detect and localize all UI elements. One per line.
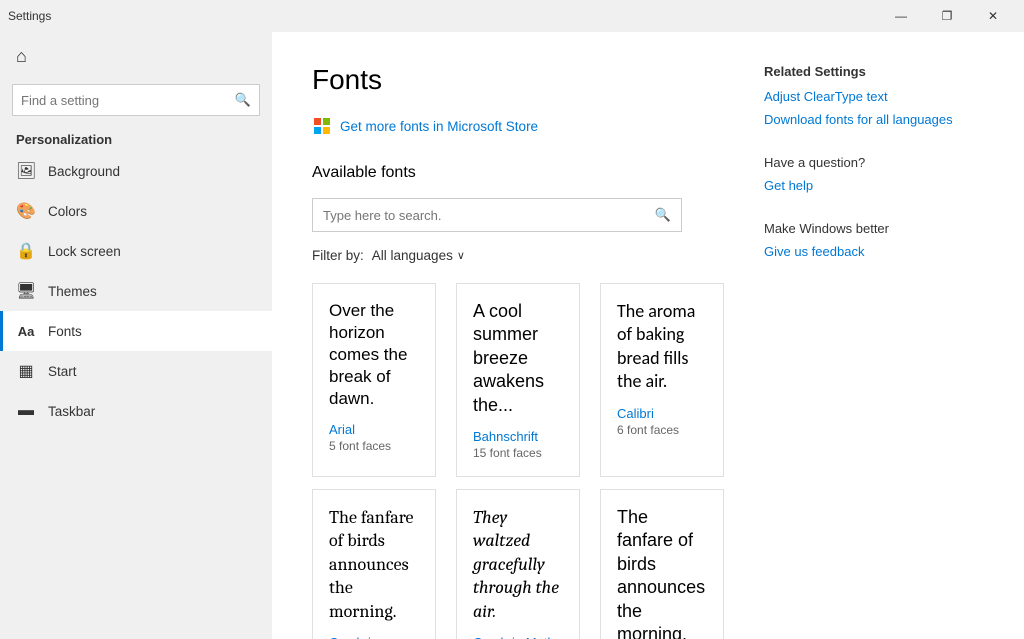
sidebar-section-title: Personalization [0, 124, 272, 151]
close-button[interactable]: ✕ [970, 0, 1016, 32]
make-better-section: Make Windows better Give us feedback [764, 221, 984, 259]
font-preview-text: The fanfare of birds announces the morni… [617, 506, 707, 639]
filter-bar: Filter by: All languages ∨ [312, 248, 724, 263]
font-preview-text: A cool summer breeze awakens the... [473, 300, 563, 417]
font-search-input[interactable] [323, 208, 655, 223]
font-name[interactable]: Calibri [617, 406, 707, 421]
sidebar-item-label: Start [48, 364, 77, 379]
search-box: 🔍 [12, 84, 260, 116]
download-fonts-link[interactable]: Download fonts for all languages [764, 112, 984, 127]
sidebar-item-label: Themes [48, 284, 97, 299]
font-name[interactable]: Arial [329, 422, 419, 437]
main-content: Fonts Get more fonts in Microsoft Store … [312, 64, 724, 639]
sidebar-item-label: Background [48, 164, 120, 179]
page-title: Fonts [312, 64, 724, 96]
home-icon: ⌂ [16, 46, 27, 67]
side-panel: Related Settings Adjust ClearType text D… [764, 64, 984, 639]
search-icon: 🔍 [235, 92, 251, 108]
get-more-link[interactable]: Get more fonts in Microsoft Store [312, 116, 724, 136]
themes-icon: 🖥 [16, 281, 36, 301]
sidebar-item-background[interactable]: 🖼 Background [0, 151, 272, 191]
font-name[interactable]: Cambria [329, 635, 419, 639]
have-question-section: Have a question? Get help [764, 155, 984, 193]
chevron-down-icon: ∨ [457, 249, 465, 262]
font-faces: 15 font faces [473, 446, 563, 460]
make-better-title: Make Windows better [764, 221, 984, 236]
taskbar-icon: ▬ [16, 402, 36, 420]
filter-label: Filter by: [312, 248, 364, 263]
related-settings-section: Related Settings Adjust ClearType text D… [764, 64, 984, 127]
font-card[interactable]: The aroma of baking bread fills the air.… [600, 283, 724, 477]
font-preview-text: The fanfare of birds announces the morni… [329, 506, 419, 623]
content-area: Fonts Get more fonts in Microsoft Store … [272, 32, 1024, 639]
sidebar-item-label: Fonts [48, 324, 82, 339]
font-name[interactable]: Bahnschrift [473, 429, 563, 444]
fonts-grid: Over the horizon comes the break of dawn… [312, 283, 724, 639]
sidebar-item-label: Taskbar [48, 404, 95, 419]
sidebar-item-label: Lock screen [48, 244, 121, 259]
app-body: ⌂ 🔍 Personalization 🖼 Background 🎨 Color… [0, 32, 1024, 639]
sidebar-item-label: Colors [48, 204, 87, 219]
related-settings-title: Related Settings [764, 64, 984, 79]
font-card[interactable]: The fanfare of birds announces the morni… [312, 489, 436, 639]
font-preview-text: Over the horizon comes the break of dawn… [329, 300, 419, 410]
filter-dropdown[interactable]: All languages ∨ [372, 248, 465, 263]
sidebar: ⌂ 🔍 Personalization 🖼 Background 🎨 Color… [0, 32, 272, 639]
font-preview-text: They waltzed gracefully through the air. [473, 506, 563, 623]
window-controls: — ❐ ✕ [878, 0, 1016, 32]
search-input[interactable] [21, 93, 235, 108]
font-name[interactable]: Cambria Math [473, 635, 563, 639]
titlebar: Settings — ❐ ✕ [0, 0, 1024, 32]
font-preview-text: The aroma of baking bread fills the air. [617, 300, 707, 394]
font-search-box: 🔍 [312, 198, 682, 232]
get-more-label: Get more fonts in Microsoft Store [340, 119, 538, 134]
sidebar-item-colors[interactable]: 🎨 Colors [0, 191, 272, 231]
start-icon: ▦ [16, 361, 36, 381]
font-search-icon: 🔍 [655, 207, 671, 223]
sidebar-item-start[interactable]: ▦ Start [0, 351, 272, 391]
font-faces: 5 font faces [329, 439, 419, 453]
sidebar-item-themes[interactable]: 🖥 Themes [0, 271, 272, 311]
filter-value: All languages [372, 248, 453, 263]
have-question-title: Have a question? [764, 155, 984, 170]
background-icon: 🖼 [16, 161, 36, 181]
colors-icon: 🎨 [16, 201, 36, 221]
sidebar-item-taskbar[interactable]: ▬ Taskbar [0, 391, 272, 431]
fonts-icon: Aa [16, 324, 36, 339]
sidebar-item-fonts[interactable]: Aa Fonts [0, 311, 272, 351]
app-title: Settings [8, 9, 878, 23]
font-card[interactable]: They waltzed gracefully through the air.… [456, 489, 580, 639]
home-button[interactable]: ⌂ [0, 32, 272, 80]
adjust-cleartype-link[interactable]: Adjust ClearType text [764, 89, 984, 104]
font-card[interactable]: Over the horizon comes the break of dawn… [312, 283, 436, 477]
sidebar-item-lock-screen[interactable]: 🔒 Lock screen [0, 231, 272, 271]
lock-screen-icon: 🔒 [16, 241, 36, 261]
minimize-button[interactable]: — [878, 0, 924, 32]
font-faces: 6 font faces [617, 423, 707, 437]
font-card[interactable]: The fanfare of birds announces the morni… [600, 489, 724, 639]
ms-store-icon [312, 116, 332, 136]
give-feedback-link[interactable]: Give us feedback [764, 244, 984, 259]
font-card[interactable]: A cool summer breeze awakens the... Bahns… [456, 283, 580, 477]
maximize-button[interactable]: ❐ [924, 0, 970, 32]
content-inner: Fonts Get more fonts in Microsoft Store … [312, 64, 984, 639]
available-fonts-subtitle: Available fonts [312, 164, 724, 182]
get-help-link[interactable]: Get help [764, 178, 984, 193]
